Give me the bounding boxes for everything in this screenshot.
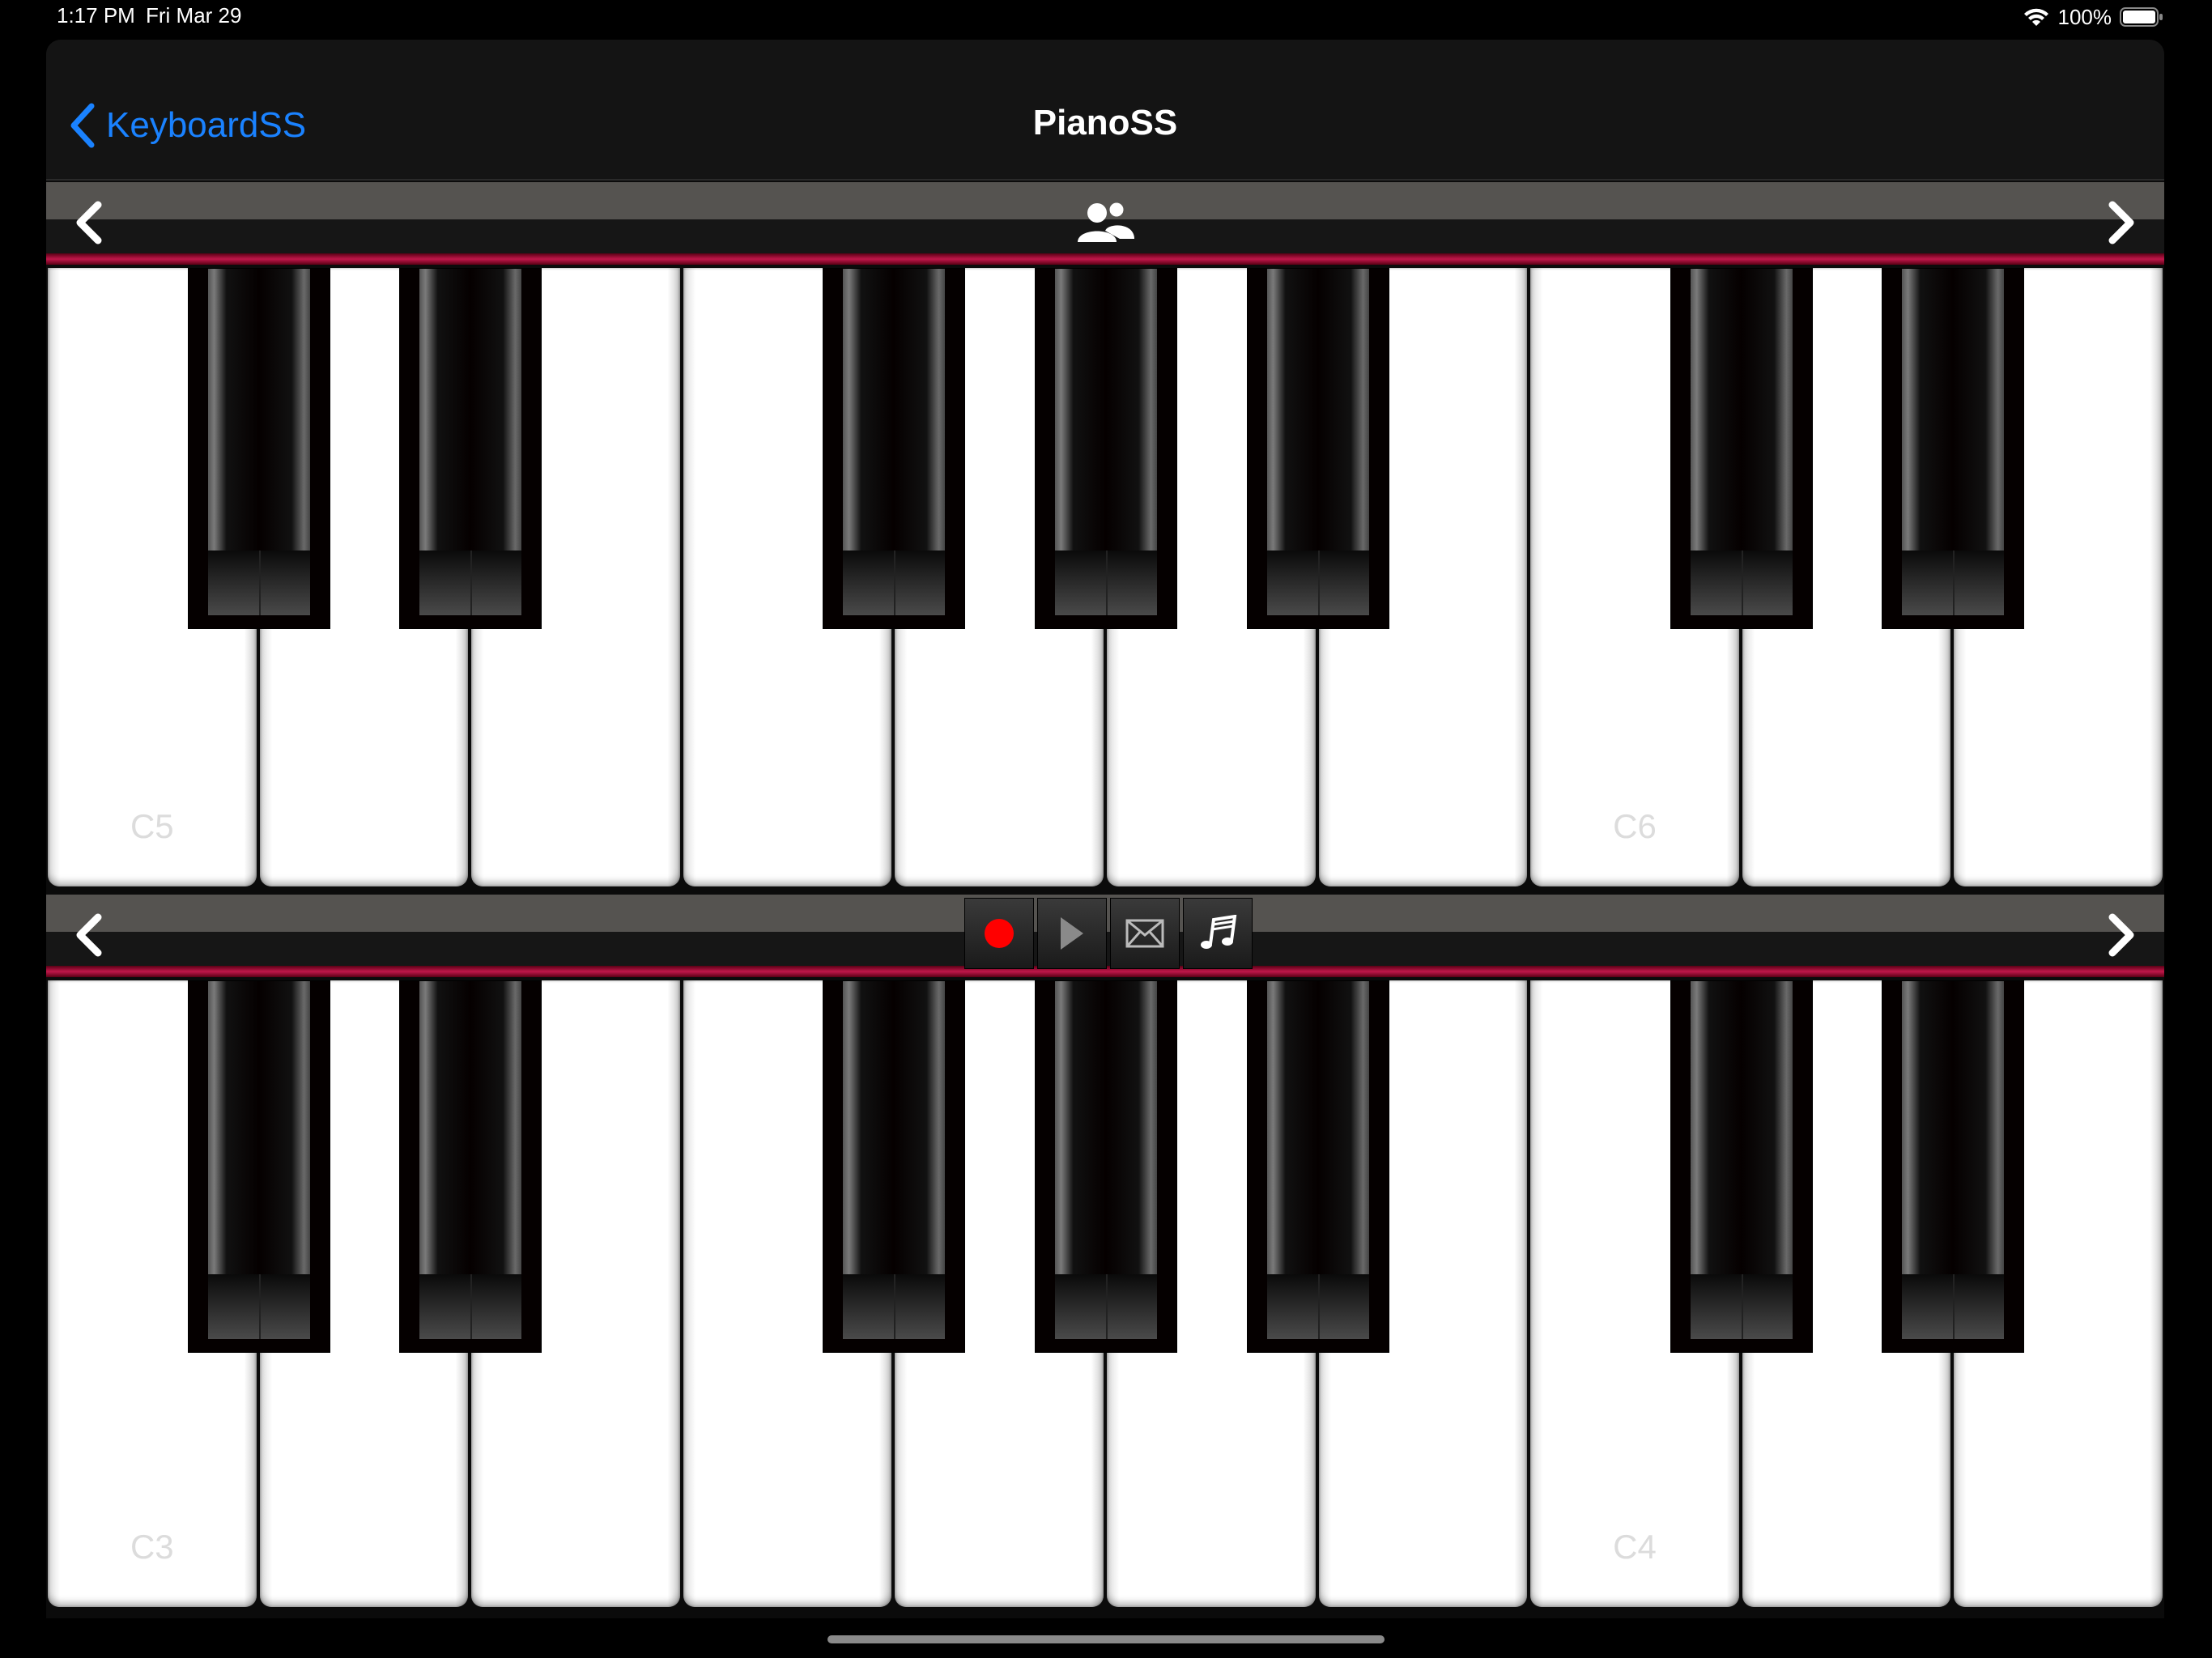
battery-icon	[2120, 7, 2163, 27]
email-button[interactable]	[1110, 898, 1180, 969]
black-key[interactable]	[399, 268, 542, 629]
black-key[interactable]	[1882, 268, 2025, 629]
key-label: C3	[130, 1528, 174, 1566]
people-icon[interactable]	[1073, 198, 1138, 247]
black-key[interactable]	[1246, 268, 1389, 629]
upper-keyboard: C5 C6	[46, 268, 2164, 886]
status-date: Fri Mar 29	[146, 3, 242, 28]
wifi-icon	[2023, 8, 2048, 26]
status-bar: 1:17 PM Fri Mar 29 100%	[0, 0, 2212, 36]
key-label: C4	[1613, 1528, 1657, 1566]
battery-percentage: 100%	[2057, 4, 2112, 29]
lower-keyboard: C3 C4	[46, 980, 2164, 1607]
black-key[interactable]	[1670, 980, 1813, 1353]
upper-octave-right-arrow-icon[interactable]	[2101, 197, 2142, 249]
black-key[interactable]	[1882, 980, 2025, 1353]
lower-control-strip	[46, 895, 2164, 977]
play-icon	[1061, 917, 1083, 950]
black-key[interactable]	[1246, 980, 1389, 1353]
lower-octave-right-arrow-icon[interactable]	[2101, 909, 2142, 961]
status-time: 1:17 PM	[57, 3, 135, 28]
black-key[interactable]	[1670, 268, 1813, 629]
status-indicators: 100%	[2023, 3, 2164, 31]
music-notes-icon	[1201, 915, 1237, 949]
black-key[interactable]	[1035, 268, 1177, 629]
upper-octave-left-arrow-icon[interactable]	[69, 197, 109, 249]
record-button[interactable]	[964, 898, 1034, 969]
home-indicator	[827, 1635, 1385, 1643]
navigation-bar: KeyboardSS PianoSS	[46, 40, 2164, 181]
black-key[interactable]	[823, 980, 966, 1353]
black-key[interactable]	[187, 268, 330, 629]
play-button[interactable]	[1037, 898, 1107, 969]
black-key[interactable]	[399, 980, 542, 1353]
record-icon	[985, 919, 1014, 948]
lower-octave-left-arrow-icon[interactable]	[69, 909, 109, 961]
black-key[interactable]	[187, 980, 330, 1353]
music-notes-button[interactable]	[1183, 898, 1253, 969]
black-key[interactable]	[1035, 980, 1177, 1353]
transport-controls	[964, 898, 1256, 969]
app-window: KeyboardSS PianoSS C5 C6 C3 C4	[46, 40, 2164, 1618]
black-key[interactable]	[823, 268, 966, 629]
key-label: C6	[1613, 807, 1657, 845]
key-label: C5	[130, 807, 174, 845]
page-title: PianoSS	[1032, 103, 1178, 142]
envelope-icon	[1125, 919, 1164, 948]
upper-control-strip	[46, 182, 2164, 265]
